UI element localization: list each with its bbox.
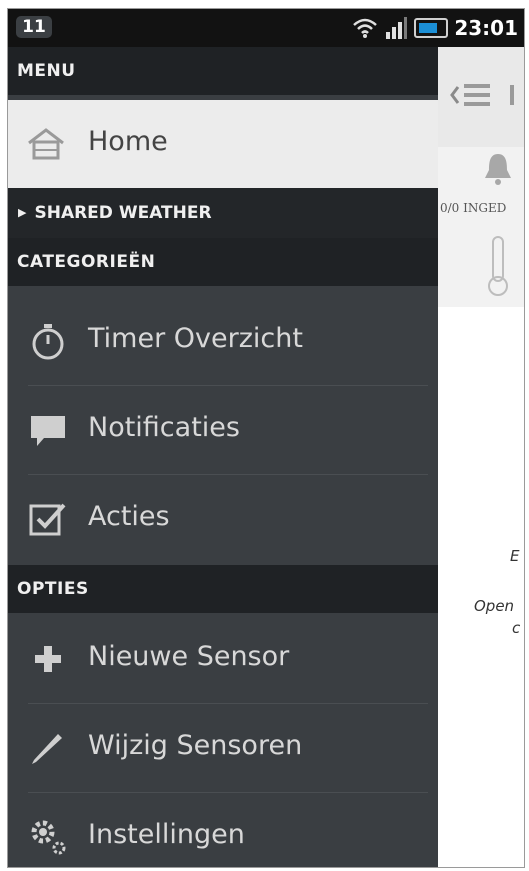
content-text-fragment: Open: [474, 597, 515, 615]
drawer-item-label: Timer Overzicht: [88, 323, 303, 354]
bell-icon: [485, 154, 511, 185]
drawer-item-wijzig-sensoren[interactable]: Wijzig Sensoren: [8, 704, 438, 792]
drawer-item-notificaties[interactable]: Notificaties: [8, 386, 438, 474]
triangle-right-icon: ▶: [18, 206, 27, 219]
thermometer-icon: [488, 236, 508, 296]
plus-icon: [35, 646, 61, 672]
checkbox-icon: [29, 503, 66, 536]
speech-bubble-icon: [31, 416, 65, 446]
pencil-icon: [32, 734, 62, 764]
drawer-item-acties[interactable]: Acties: [8, 475, 438, 563]
shared-weather-toggle[interactable]: ▶ SHARED WEATHER: [8, 188, 438, 238]
stopwatch-icon: [32, 324, 64, 360]
gears-icon: [31, 820, 66, 855]
options-header: OPTIES: [8, 565, 438, 613]
action-bar: [438, 47, 524, 147]
house-icon: [28, 128, 64, 160]
shared-weather-label: SHARED WEATHER: [34, 203, 212, 223]
battery-icon: [414, 18, 449, 38]
notification-badge: 11: [16, 16, 52, 38]
navigation-drawer: MENU Home ▶ SHARED WEATHER CATEGORIEËN Ti…: [8, 47, 438, 867]
status-icons: 23:01: [352, 15, 518, 41]
signal-icon: [386, 17, 408, 39]
drawer-item-label: Notificaties: [88, 412, 240, 443]
wifi-icon: [353, 18, 378, 38]
drawer-item-label: Instellingen: [88, 819, 245, 850]
categories-header: CATEGORIEËN: [8, 238, 438, 286]
sensor-tile[interactable]: 0/0 INGED: [438, 147, 524, 307]
tile-caption: 0/0 INGED: [440, 201, 507, 215]
status-bar: 11 23:01: [8, 9, 524, 47]
clock: 23:01: [454, 16, 518, 40]
drawer-item-timer-overzicht[interactable]: Timer Overzicht: [8, 297, 438, 385]
menu-header: MENU: [8, 47, 438, 95]
content-text-fragment: c: [512, 619, 521, 637]
drawer-item-label: Nieuwe Sensor: [88, 641, 290, 672]
drawer-item-home[interactable]: Home: [8, 100, 438, 188]
drawer-item-nieuwe-sensor[interactable]: Nieuwe Sensor: [8, 615, 438, 703]
content-text-fragment: E: [510, 547, 520, 565]
drawer-item-label: Wijzig Sensoren: [88, 730, 303, 761]
drawer-toggle-icon[interactable]: [448, 75, 518, 115]
drawer-item-instellingen[interactable]: Instellingen: [8, 793, 438, 867]
drawer-item-label: Home: [88, 126, 168, 157]
main-content-peek: 0/0 INGED E Open c: [438, 47, 524, 867]
app-screen: 11 23:01 MENU Home ▶ SHARED WEATHER CATE…: [7, 8, 525, 868]
drawer-item-label: Acties: [88, 501, 170, 532]
